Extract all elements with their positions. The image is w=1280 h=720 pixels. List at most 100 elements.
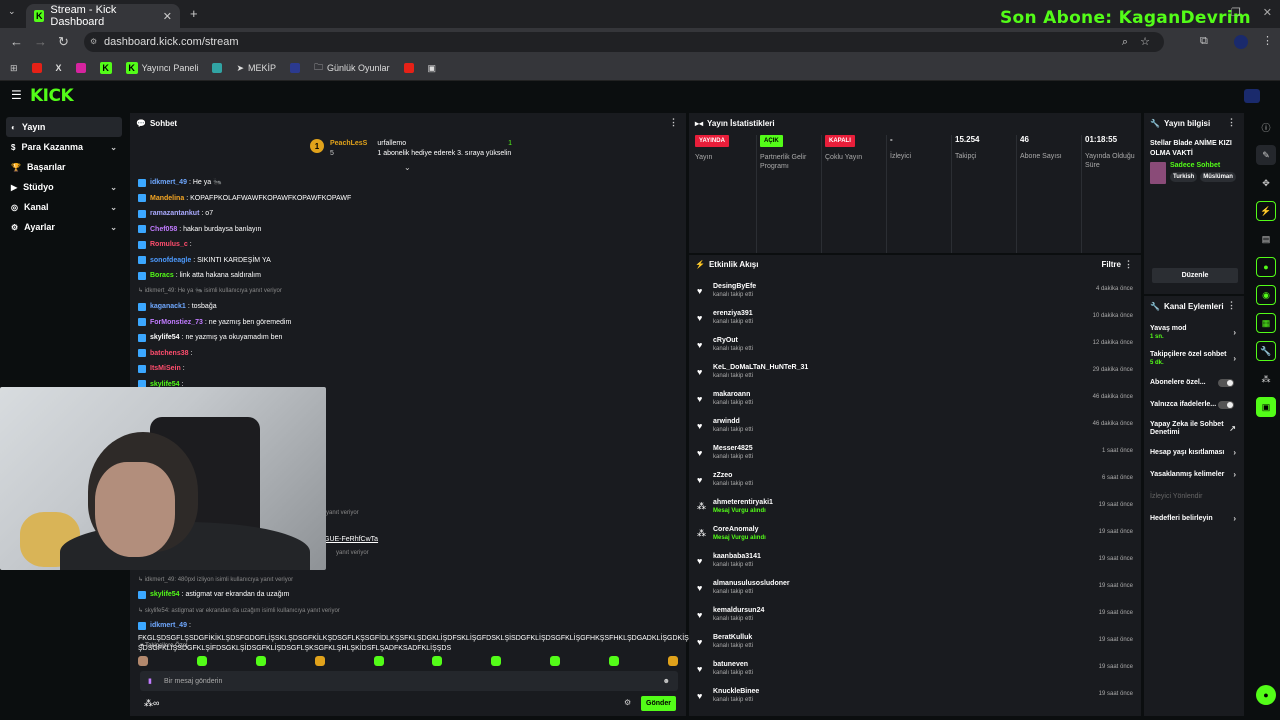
grid-tool-icon[interactable]: ▦ — [1256, 313, 1276, 333]
activity-item[interactable]: ♥ BeratKulluk kanalı takip etti 19 saat önc… — [689, 628, 1141, 655]
emote-icon[interactable] — [314, 656, 325, 666]
emote-icon[interactable] — [491, 656, 502, 666]
activity-item[interactable]: ♥ zZzeo kanalı takip etti 6 saat önce — [689, 466, 1141, 493]
kick-bookmark-icon[interactable]: K — [99, 62, 112, 74]
activity-item[interactable]: ♥ KeL_DoMaLTaN_HuNTeR_31 kanalı takip etti… — [689, 358, 1141, 385]
image-bookmark-icon[interactable]: ▣ — [428, 63, 437, 74]
chat-username[interactable]: skylife54 — [150, 334, 180, 341]
chat-username[interactable]: Chef058 — [150, 226, 177, 233]
stream-info-menu-icon[interactable]: ⋮ — [1227, 117, 1236, 128]
extension-icon[interactable]: ⧉ — [1200, 35, 1208, 48]
help-fab[interactable]: ● — [1256, 685, 1276, 705]
close-window-icon[interactable]: ✕ — [1263, 6, 1272, 19]
sidebar-item-0[interactable]: ◐ Yayın — [6, 117, 122, 137]
profile-avatar[interactable] — [1234, 35, 1248, 49]
users-tool-icon[interactable]: ⁂ — [1256, 369, 1276, 389]
chat-cut-link[interactable]: GUE-FeRhfCwTa — [324, 536, 378, 543]
info-icon[interactable]: ⓘ — [1256, 117, 1276, 137]
activity-username[interactable]: cRyOut — [713, 336, 753, 345]
apps-icon[interactable]: ⊞ — [10, 63, 18, 74]
activity-menu-icon[interactable]: ⋮ — [1124, 259, 1133, 270]
reply-context[interactable]: ↳ skylife54: astigmat var ekrandan da uz… — [138, 606, 340, 616]
chat-username[interactable]: ForMonstiez_73 — [150, 319, 203, 326]
tag[interactable]: Müslüman — [1200, 172, 1236, 182]
channel-action-item[interactable]: Hesap yaşı kısıtlaması › — [1144, 442, 1244, 464]
square-bookmark-icon[interactable] — [290, 63, 300, 73]
channel-actions-menu-icon[interactable]: ⋮ — [1227, 300, 1236, 311]
bookmark-star-icon[interactable]: ☆ — [1140, 32, 1150, 52]
hamburger-menu-icon[interactable]: ☰ — [11, 88, 22, 102]
chat-menu-icon[interactable]: ⋮ — [669, 117, 678, 128]
sidebar-item-3[interactable]: ▶ Stüdyo ⌄ — [6, 177, 122, 197]
reload-icon[interactable]: ↻ — [58, 34, 69, 50]
activity-username[interactable]: zZzeo — [713, 471, 753, 480]
header-avatar[interactable] — [1244, 89, 1260, 103]
activity-item[interactable]: ♥ Messer4825 kanalı takip etti 1 saat önce — [689, 439, 1141, 466]
chat-username[interactable]: Mandelina — [150, 195, 184, 202]
activity-username[interactable]: KeL_DoMaLTaN_HuNTeR_31 — [713, 363, 808, 372]
activity-item[interactable]: ♥ almanusulusosludoner kanalı takip etti 19… — [689, 574, 1141, 601]
emote-icon[interactable] — [667, 656, 678, 666]
activity-username[interactable]: kaanbaba3141 — [713, 552, 761, 561]
activity-item[interactable]: ♥ erenziya391 kanalı takip etti 10 dakika ö… — [689, 304, 1141, 331]
chevron-down-icon[interactable]: ⌄ — [110, 143, 117, 152]
sidebar-item-2[interactable]: 🏆 Başarılar — [6, 157, 122, 177]
chat-users-icon[interactable]: ⁂∞ — [144, 698, 159, 709]
tab-search-icon[interactable]: ⌄ — [8, 6, 16, 17]
external-link-icon[interactable]: ↗ — [1229, 425, 1236, 433]
zoom-icon[interactable]: ⌕ — [1122, 32, 1128, 52]
chat-username[interactable]: Romulus_c — [150, 241, 188, 248]
toggle-switch[interactable] — [1218, 379, 1234, 387]
bookmark-mekip[interactable]: ➤ MEKİP — [236, 63, 276, 74]
activity-username[interactable]: erenziya391 — [713, 309, 753, 318]
category-name[interactable]: Sadece Sohbet — [1170, 162, 1236, 169]
activity-filter-button[interactable]: Filtre — [1101, 260, 1121, 269]
activity-username[interactable]: kemaldursun24 — [713, 606, 764, 615]
chat-username[interactable]: batchens38 — [150, 350, 189, 357]
channel-action-item[interactable]: Yasaklanmış kelimeler › — [1144, 464, 1244, 486]
youtube-icon[interactable] — [31, 63, 42, 73]
activity-username[interactable]: ahmeterentiryaki1 — [713, 498, 773, 507]
activity-username[interactable]: Messer4825 — [713, 444, 753, 453]
emote-icon[interactable] — [373, 656, 384, 666]
emote-icon[interactable] — [432, 656, 443, 666]
activity-item[interactable]: ♥ batuneven kanalı takip etti 19 saat önce — [689, 655, 1141, 682]
sidebar-item-4[interactable]: ◎ Kanal ⌄ — [6, 197, 122, 217]
activity-item[interactable]: ⁂ CoreAnomaly Mesaj Vurgu alındı 19 saat ön… — [689, 520, 1141, 547]
instagram-icon[interactable] — [75, 63, 86, 73]
activity-item[interactable]: ♥ KnuckleBinee kanalı takip etti 19 saat ön… — [689, 682, 1141, 709]
emoji-picker-icon[interactable]: ☻ — [663, 678, 670, 685]
emote-icon[interactable] — [550, 656, 561, 666]
chevron-down-icon[interactable]: ⌄ — [110, 223, 117, 232]
activity-username[interactable]: CoreAnomaly — [713, 525, 766, 534]
channel-action-item[interactable]: Abonelere özel... — [1144, 372, 1244, 394]
activity-username[interactable]: DesingByEfe — [713, 282, 756, 291]
x-icon[interactable]: X — [56, 63, 62, 73]
kick-logo[interactable]: KICK — [30, 86, 74, 106]
chevron-down-icon[interactable]: ⌄ — [110, 203, 117, 212]
site-info-icon[interactable]: ⚙ — [90, 32, 97, 52]
tag[interactable]: Turkish — [1170, 172, 1198, 182]
pen-icon[interactable]: ✎ — [1256, 145, 1276, 165]
browser-tab[interactable]: K Stream - Kick Dashboard ✕ — [26, 4, 180, 28]
new-tab-icon[interactable]: + — [190, 6, 198, 21]
activity-username[interactable]: makaroann — [713, 390, 753, 399]
chat-settings-icon[interactable]: ⚙ — [624, 698, 631, 707]
restore-icon[interactable]: ❐ — [1231, 6, 1241, 19]
app-bookmark-icon[interactable] — [212, 63, 223, 73]
activity-username[interactable]: KnuckleBinee — [713, 687, 759, 696]
url-field[interactable]: ⚙ dashboard.kick.com/stream ⌕ ☆ — [84, 32, 1164, 52]
send-button[interactable]: Gönder — [641, 696, 676, 711]
chat-username[interactable]: Boracs — [150, 272, 174, 279]
broadcast-tool-icon[interactable]: ◉ — [1256, 285, 1276, 305]
chevron-right-icon[interactable]: › — [1233, 329, 1236, 337]
activity-username[interactable]: almanusulusosludoner — [713, 579, 790, 588]
reply-context[interactable]: ↳ idkmert_49: 480pxl izliyon isimli kull… — [138, 575, 293, 585]
move-icon[interactable]: ✥ — [1256, 173, 1276, 193]
chevron-right-icon[interactable]: › — [1233, 515, 1236, 523]
chat-username[interactable]: idkmert_49 — [150, 179, 187, 186]
channel-action-item[interactable]: Hedefleri belirleyin › — [1144, 508, 1244, 530]
back-icon[interactable]: ← — [10, 34, 23, 49]
activity-item[interactable]: ⁂ ahmeterentiryaki1 Mesaj Vurgu alındı 19 s… — [689, 493, 1141, 520]
close-tab-icon[interactable]: ✕ — [163, 10, 172, 23]
